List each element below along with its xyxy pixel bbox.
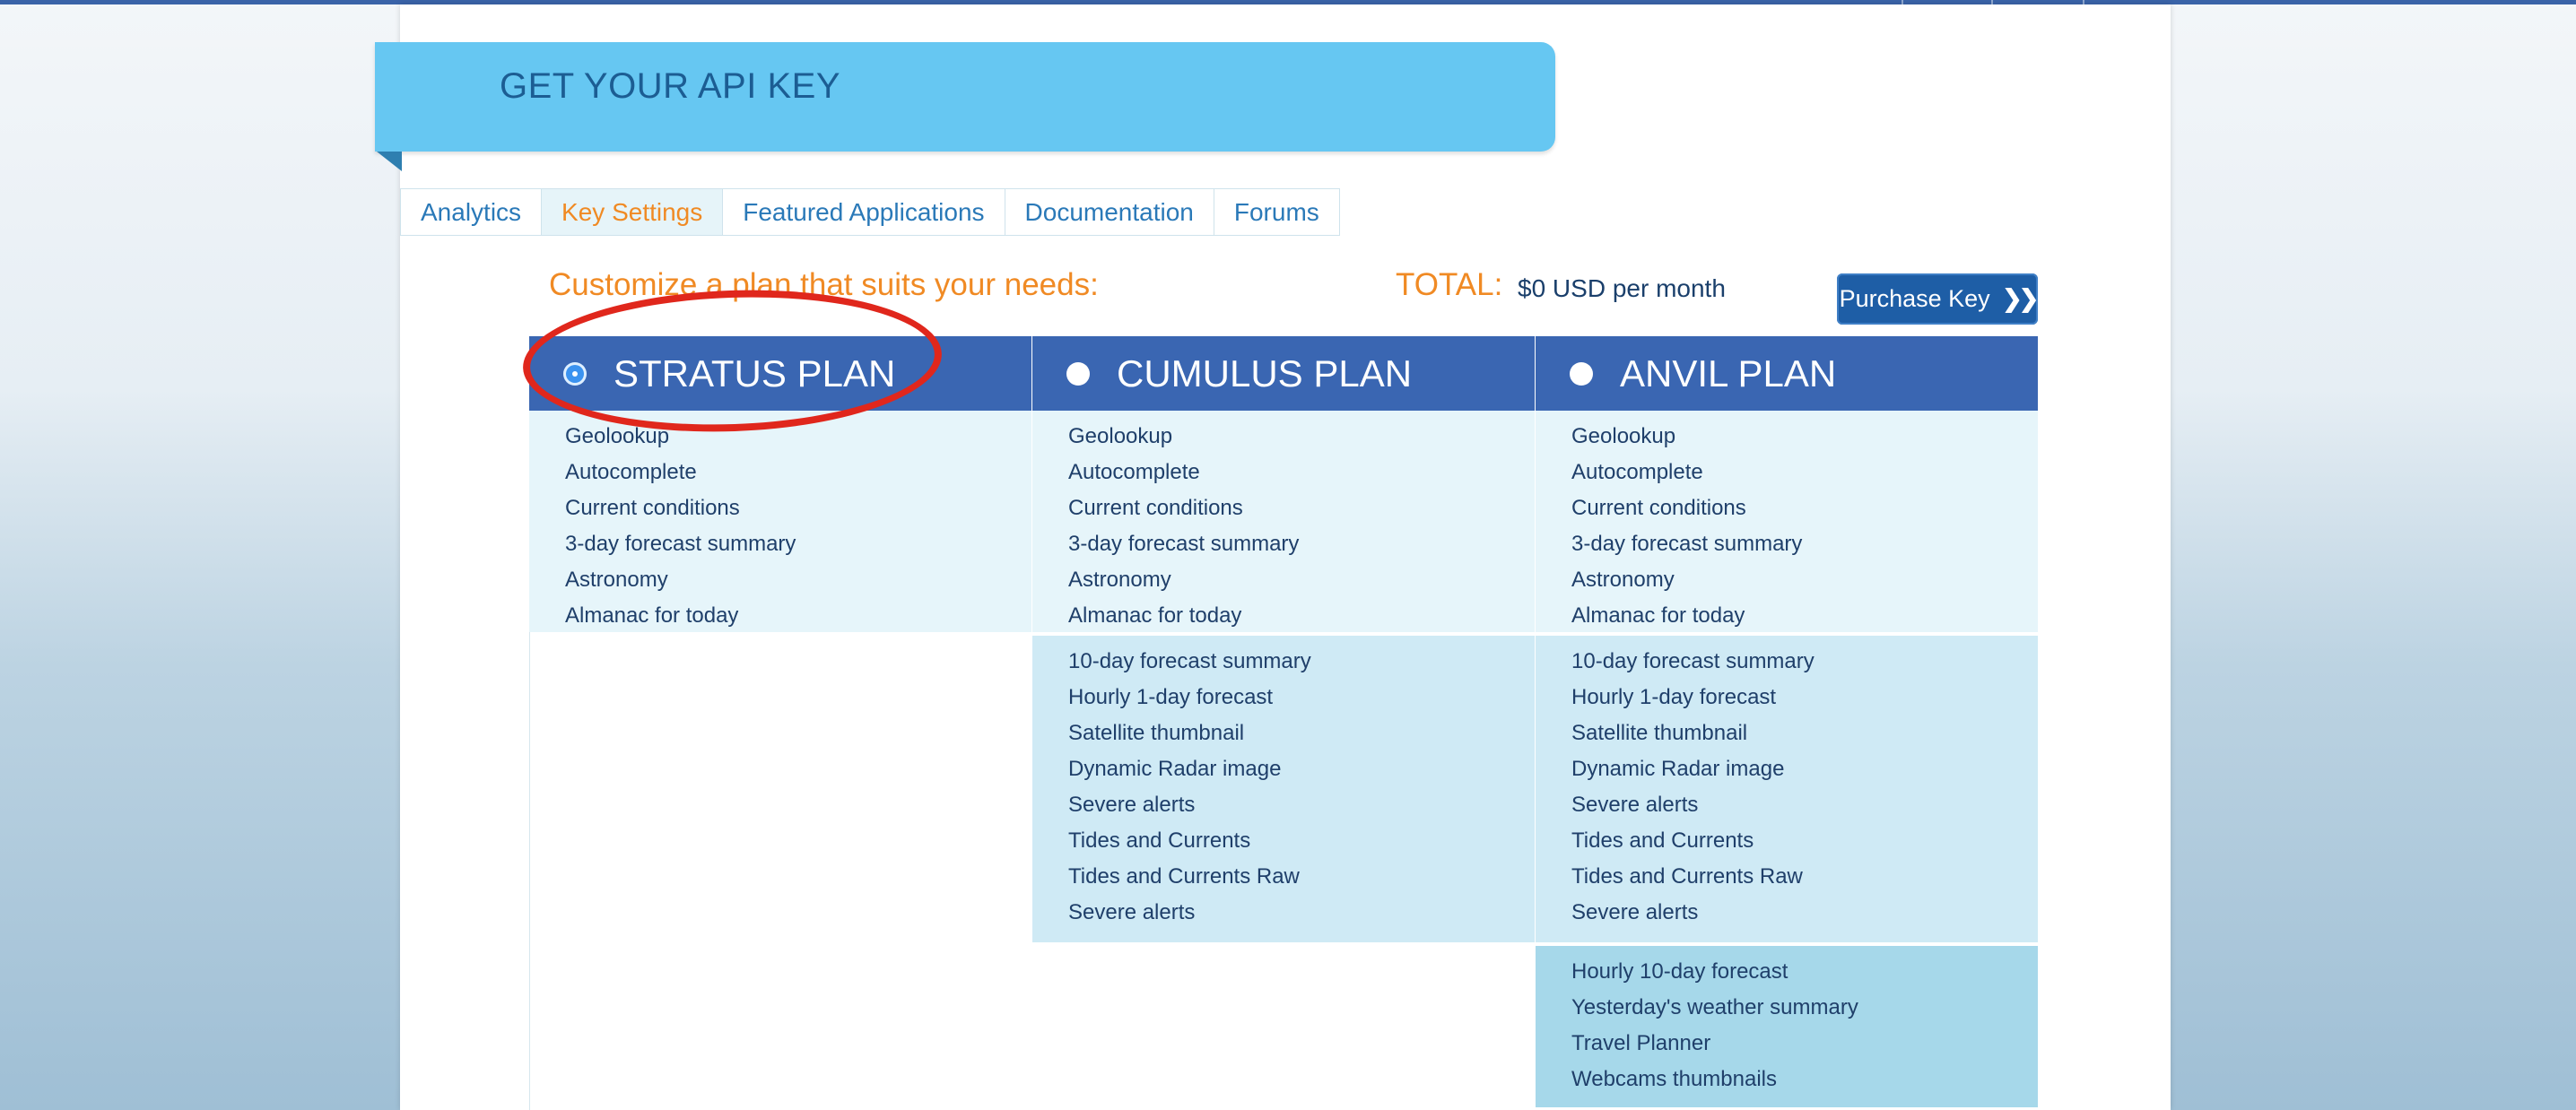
- feature-item: Almanac for today: [565, 603, 739, 628]
- feature-item: Webcams thumbnails: [1571, 1067, 1777, 1091]
- total-label: TOTAL:: [1396, 267, 1503, 302]
- feature-item: Autocomplete: [565, 460, 697, 484]
- cumulus-radio[interactable]: [1066, 361, 1090, 386]
- feature-item: Dynamic Radar image: [1068, 757, 1282, 781]
- feature-item: Geolookup: [1571, 424, 1676, 448]
- tab-documentation[interactable]: Documentation: [1005, 188, 1214, 236]
- feature-item: 10-day forecast summary: [1068, 649, 1311, 673]
- feature-item: Travel Planner: [1571, 1031, 1711, 1055]
- tab-featured-applications[interactable]: Featured Applications: [723, 188, 1005, 236]
- feature-item: Tides and Currents: [1068, 828, 1251, 853]
- page-title: GET YOUR API KEY: [500, 66, 840, 106]
- tab-bar: Analytics Key Settings Featured Applicat…: [400, 188, 1340, 236]
- plan-header-cumulus[interactable]: CUMULUS PLAN: [1032, 336, 1535, 411]
- feature-item: Autocomplete: [1571, 460, 1703, 484]
- feature-item: Current conditions: [565, 496, 740, 520]
- tab-analytics[interactable]: Analytics: [400, 188, 543, 236]
- purchase-key-button[interactable]: Purchase Key ❯❯: [1837, 273, 2039, 325]
- banner-fold: [377, 152, 402, 171]
- feature-item: Hourly 1-day forecast: [1068, 685, 1274, 709]
- anvil-radio[interactable]: [1570, 361, 1593, 386]
- purchase-key-label: Purchase Key: [1839, 285, 1990, 312]
- feature-item: Geolookup: [1068, 424, 1173, 448]
- feature-item: Hourly 10-day forecast: [1571, 959, 1788, 984]
- feature-group-basic: Geolookup Autocomplete Current condition…: [529, 411, 1031, 632]
- double-chevron-right-icon: ❯❯: [2002, 285, 2039, 312]
- feature-item: 10-day forecast summary: [1571, 649, 1815, 673]
- feature-item: Almanac for today: [1068, 603, 1242, 628]
- feature-item: Yesterday's weather summary: [1571, 995, 1858, 1019]
- feature-item: Astronomy: [565, 568, 668, 592]
- feature-item: Almanac for today: [1571, 603, 1745, 628]
- feature-item: Current conditions: [1571, 496, 1746, 520]
- feature-group-extended: 10-day forecast summary Hourly 1-day for…: [1536, 636, 2038, 942]
- feature-item: Tides and Currents Raw: [1571, 864, 1803, 889]
- plan-column-cumulus: CUMULUS PLAN Geolookup Autocomplete Curr…: [1032, 336, 1535, 942]
- feature-item: Severe alerts: [1571, 900, 1699, 924]
- feature-item: Satellite thumbnail: [1068, 721, 1245, 745]
- feature-item: Astronomy: [1068, 568, 1171, 592]
- feature-item: Hourly 1-day forecast: [1571, 685, 1777, 709]
- feature-item: Dynamic Radar image: [1571, 757, 1785, 781]
- feature-group-basic: Geolookup Autocomplete Current condition…: [1536, 411, 2038, 632]
- plan-column-anvil: ANVIL PLAN Geolookup Autocomplete Curren…: [1536, 336, 2038, 1107]
- feature-item: 3-day forecast summary: [565, 532, 796, 556]
- tab-forums[interactable]: Forums: [1214, 188, 1340, 236]
- feature-item: 3-day forecast summary: [1068, 532, 1300, 556]
- feature-item: 3-day forecast summary: [1571, 532, 1803, 556]
- feature-item: Tides and Currents: [1571, 828, 1754, 853]
- feature-item: Astronomy: [1571, 568, 1675, 592]
- total-value: $0 USD per month: [1518, 274, 1726, 302]
- feature-item: Satellite thumbnail: [1571, 721, 1748, 745]
- feature-item: Severe alerts: [1068, 793, 1196, 817]
- tab-key-settings[interactable]: Key Settings: [542, 188, 724, 236]
- feature-item: Current conditions: [1068, 496, 1243, 520]
- feature-item: Severe alerts: [1571, 793, 1699, 817]
- feature-item: Tides and Currents Raw: [1068, 864, 1300, 889]
- feature-item: Autocomplete: [1068, 460, 1200, 484]
- plan-header-anvil[interactable]: ANVIL PLAN: [1536, 336, 2038, 411]
- feature-group-extended: 10-day forecast summary Hourly 1-day for…: [1032, 636, 1535, 942]
- plan-name: ANVIL PLAN: [1620, 351, 1837, 395]
- plan-name: CUMULUS PLAN: [1117, 351, 1413, 395]
- feature-group-basic: Geolookup Autocomplete Current condition…: [1032, 411, 1535, 632]
- feature-item: Severe alerts: [1068, 900, 1196, 924]
- feature-group-premium: Hourly 10-day forecast Yesterday's weath…: [1536, 946, 2038, 1107]
